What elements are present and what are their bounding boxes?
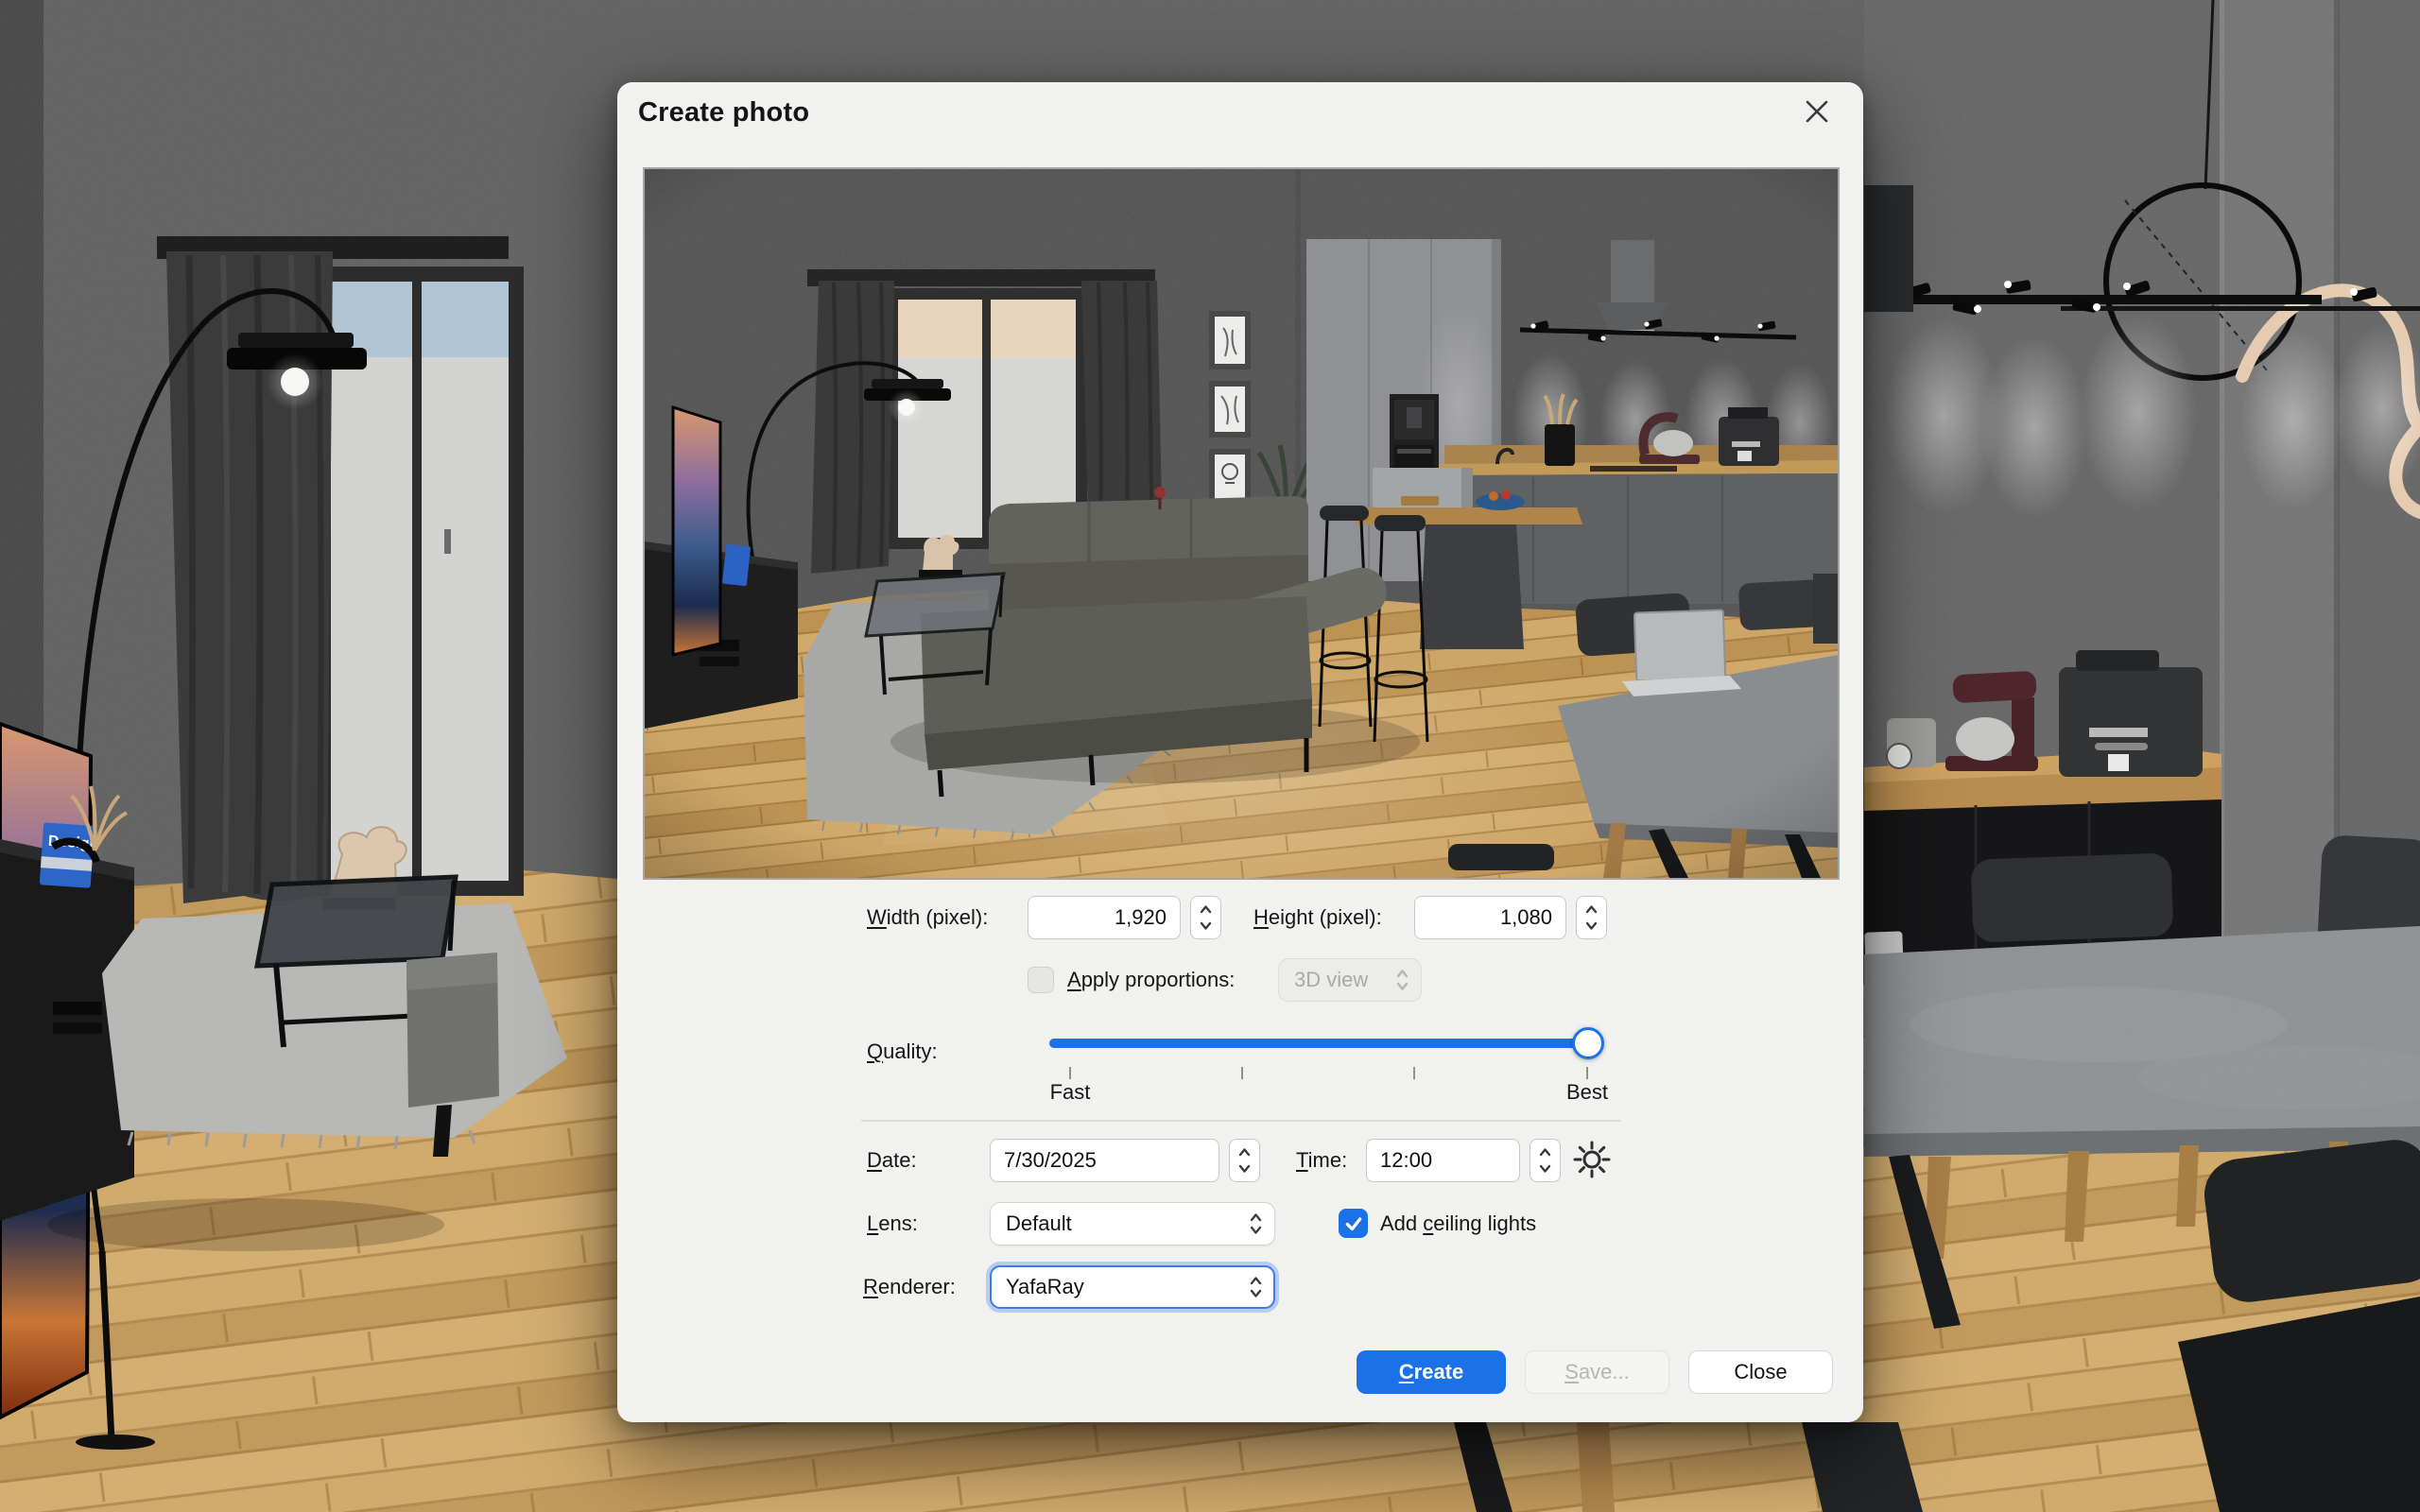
proportions-value: 3D view: [1294, 968, 1368, 992]
date-stepper[interactable]: [1229, 1139, 1260, 1182]
kitchen-scale: [1887, 718, 1936, 768]
slider-tick: [1413, 1067, 1415, 1079]
range-hood: [1864, 185, 1913, 312]
up-down-chevrons-icon: [1538, 1146, 1552, 1175]
create-button[interactable]: Create: [1357, 1350, 1506, 1394]
quality-label: Quality:: [867, 1040, 938, 1064]
quality-slider-thumb[interactable]: [1572, 1027, 1604, 1059]
ceiling-lights-label: Add ceiling lights: [1380, 1211, 1536, 1236]
time-input[interactable]: [1366, 1139, 1520, 1182]
width-stepper[interactable]: [1190, 896, 1221, 939]
slider-tick: [1241, 1067, 1243, 1079]
width-label: Width (pixel):: [867, 905, 988, 930]
check-icon: [1343, 1213, 1364, 1234]
up-down-chevrons-icon: [1584, 903, 1599, 932]
close-icon: [1805, 99, 1829, 124]
height-stepper[interactable]: [1576, 896, 1607, 939]
sun-icon: [1572, 1140, 1612, 1179]
height-label: Height (pixel):: [1253, 905, 1382, 930]
slider-tick: [1586, 1067, 1588, 1079]
ceiling-lights-checkbox[interactable]: [1339, 1209, 1368, 1238]
photo-preview: [643, 167, 1840, 880]
save-button[interactable]: Save...: [1525, 1350, 1669, 1394]
date-label: Date:: [867, 1148, 917, 1173]
up-down-chevrons-icon: [1199, 903, 1213, 932]
renderer-select[interactable]: YafaRay: [990, 1265, 1275, 1309]
apply-proportions-checkbox[interactable]: [1028, 967, 1054, 993]
separator: [861, 1120, 1621, 1122]
select-arrows-icon: [1249, 1274, 1263, 1300]
renderer-value: YafaRay: [1006, 1275, 1084, 1299]
time-stepper[interactable]: [1530, 1139, 1561, 1182]
close-button[interactable]: Close: [1688, 1350, 1833, 1394]
up-down-chevrons-icon: [1237, 1146, 1252, 1175]
width-input[interactable]: [1028, 896, 1181, 939]
select-arrows-icon: [1249, 1211, 1263, 1237]
quality-max-label: Best: [1545, 1080, 1630, 1105]
time-label: Time:: [1296, 1148, 1347, 1173]
lens-value: Default: [1006, 1211, 1072, 1236]
lens-select[interactable]: Default: [990, 1202, 1275, 1246]
proportions-select: 3D view: [1278, 958, 1422, 1002]
lens-label: Lens:: [867, 1211, 918, 1236]
espresso-machine: [2059, 650, 2203, 777]
dialog-close-button[interactable]: [1797, 92, 1837, 131]
quality-min-label: Fast: [1028, 1080, 1113, 1105]
dialog-title: Create photo: [638, 97, 809, 129]
date-input[interactable]: [990, 1139, 1219, 1182]
slider-tick: [1069, 1067, 1071, 1079]
apply-proportions-label: Apply proportions:: [1067, 968, 1235, 992]
height-input[interactable]: [1414, 896, 1566, 939]
create-photo-dialog: Create photo: [617, 82, 1863, 1422]
renderer-label: Renderer:: [863, 1275, 956, 1299]
photo-preview-render: [645, 169, 1838, 878]
select-arrows-icon: [1395, 967, 1409, 993]
quality-slider-track[interactable]: [1049, 1039, 1601, 1048]
